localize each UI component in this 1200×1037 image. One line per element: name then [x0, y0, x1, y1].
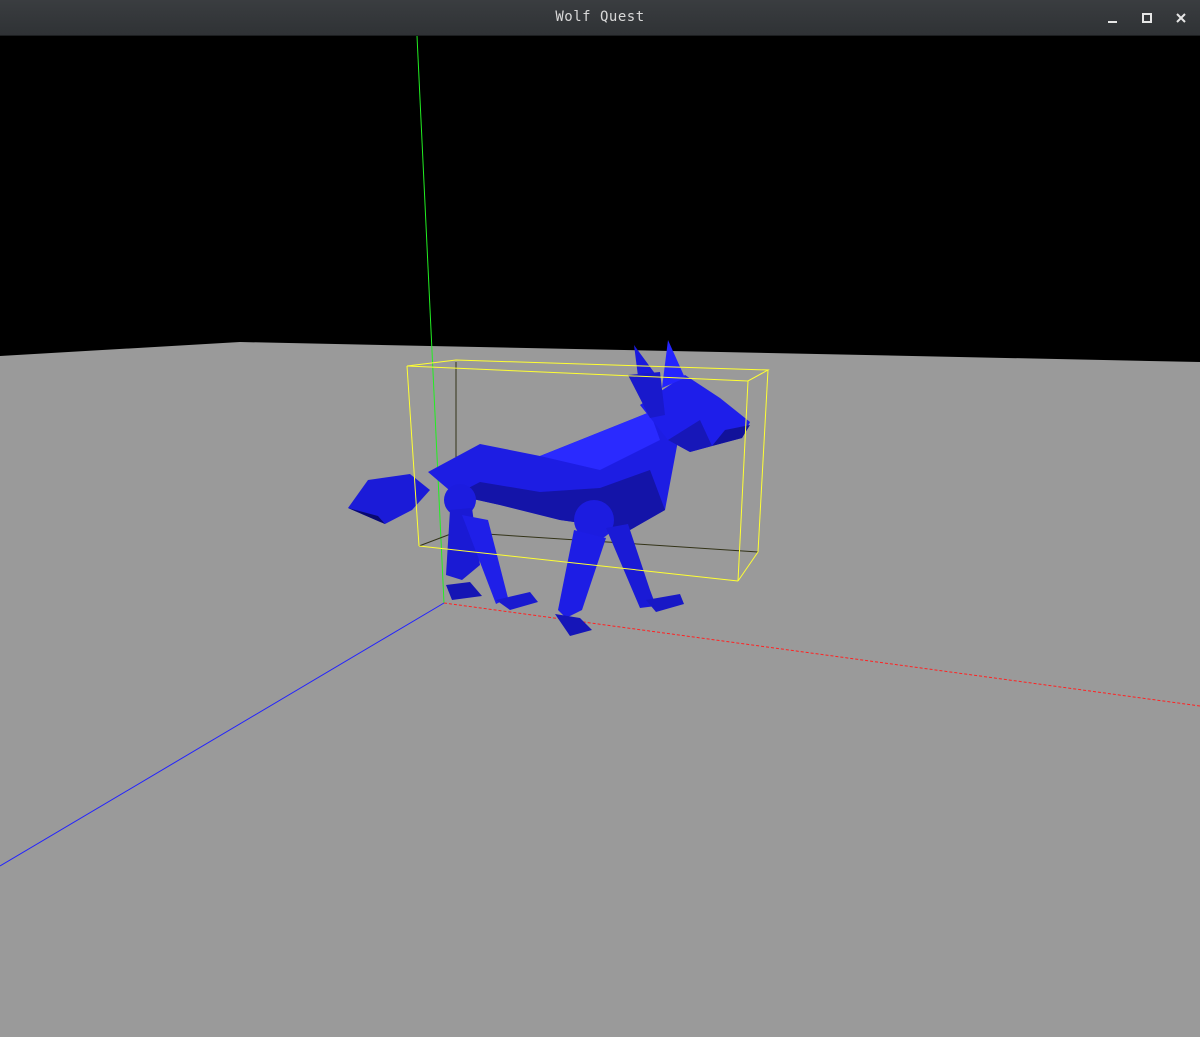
application-window: Wolf Quest [0, 0, 1200, 1037]
maximize-button[interactable] [1135, 6, 1159, 30]
title-bar[interactable]: Wolf Quest [0, 0, 1200, 36]
minimize-button[interactable] [1101, 6, 1125, 30]
close-icon [1176, 13, 1186, 23]
minimize-icon [1108, 21, 1117, 23]
close-button[interactable] [1169, 6, 1193, 30]
3d-viewport[interactable] [0, 36, 1200, 1037]
window-title: Wolf Quest [555, 9, 645, 25]
scene-canvas[interactable] [0, 36, 1200, 1037]
maximize-icon [1142, 13, 1152, 23]
